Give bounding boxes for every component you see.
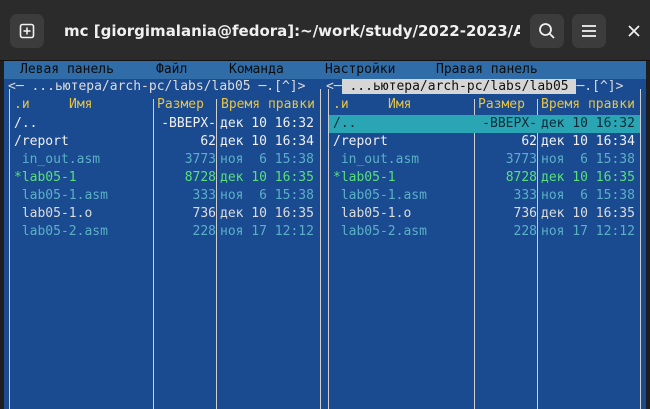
file-mtime: дек 10 16:35 (220, 206, 314, 221)
file-size: 3773 (505, 152, 537, 167)
file-size: 8728 (505, 170, 537, 185)
panel-path[interactable]: ...ьютера/arch-pc/labs/lab05 (24, 79, 259, 94)
menu-settings[interactable]: Настройки (325, 62, 395, 77)
search-icon (539, 23, 555, 39)
window-title: mc [giorgimalania@fedora]:~/work/study/2… (64, 22, 520, 40)
file-name: lab05-1.asm (333, 188, 427, 203)
file-row[interactable]: lab05-2.asm 228 ноя 17 12:12 (329, 223, 640, 241)
file-mtime: дек 10 16:32 (541, 116, 635, 131)
file-row[interactable]: lab05-1.o 736 дек 10 16:35 (10, 205, 320, 223)
file-size: 736 (513, 206, 537, 221)
close-button[interactable] (622, 14, 646, 48)
file-row[interactable]: in_out.asm 3773 ноя 6 15:38 (10, 151, 320, 169)
file-size: 62 (200, 134, 216, 149)
file-mtime: дек 10 16:35 (541, 206, 635, 221)
file-mtime: ноя 6 15:38 (541, 152, 635, 167)
column-name[interactable]: Имя (388, 97, 411, 115)
column-name[interactable]: Имя (69, 97, 92, 115)
column-mtime[interactable]: Время правки (541, 97, 635, 115)
panel-header: <─ ...ьютера/arch-pc/labs/lab05 ─.[^]> (326, 79, 624, 94)
plus-square-icon (19, 23, 35, 39)
file-size: -ВВЕРХ- (161, 116, 216, 131)
file-mtime: дек 10 16:35 (541, 170, 635, 185)
column-mtime[interactable]: Время правки (221, 97, 315, 115)
file-row[interactable]: /report 62 дек 10 16:34 (329, 133, 640, 151)
column-size[interactable]: Размер (478, 97, 525, 115)
close-icon (628, 25, 640, 37)
right-panel[interactable]: <─ ...ьютера/arch-pc/labs/lab05 ─.[^]> .… (326, 79, 646, 409)
file-mtime: дек 10 16:35 (220, 170, 314, 185)
file-size: 228 (513, 224, 537, 239)
file-name: lab05-2.asm (333, 224, 427, 239)
column-sort[interactable]: .и (14, 97, 30, 115)
file-name: /.. (333, 116, 357, 131)
column-sort[interactable]: .и (333, 97, 349, 115)
left-panel[interactable]: <─ ...ьютера/arch-pc/labs/lab05 ─.[^]> .… (4, 79, 326, 409)
file-row[interactable]: *lab05-1 8728 дек 10 16:35 (329, 169, 640, 187)
file-name: *lab05-1 (14, 170, 77, 185)
menu-left-panel[interactable]: Левая панель (20, 62, 114, 77)
file-mtime: ноя 17 12:12 (220, 224, 314, 239)
file-row[interactable]: *lab05-1 8728 дек 10 16:35 (10, 169, 320, 187)
file-mtime: ноя 6 15:38 (220, 188, 314, 203)
file-name: lab05-1.o (333, 206, 412, 221)
file-size: 333 (513, 188, 537, 203)
file-name: lab05-1.asm (14, 188, 108, 203)
window-titlebar: mc [giorgimalania@fedora]:~/work/study/2… (0, 0, 650, 61)
file-row[interactable]: /.. -ВВЕРХ-дек 10 16:32 (10, 115, 320, 133)
file-mtime: дек 10 16:34 (220, 134, 314, 149)
file-name: /report (333, 134, 388, 149)
file-row[interactable]: in_out.asm 3773 ноя 6 15:38 (329, 151, 640, 169)
panel-path[interactable]: ...ьютера/arch-pc/labs/lab05 (341, 79, 577, 94)
terminal[interactable]: Левая панель Файл Команда Настройки Прав… (4, 61, 646, 409)
file-size: 62 (521, 134, 537, 149)
column-size[interactable]: Размер (157, 97, 204, 115)
search-button[interactable] (530, 14, 564, 48)
file-row[interactable]: lab05-2.asm 228 ноя 17 12:12 (10, 223, 320, 241)
file-row[interactable]: lab05-1.asm 333 ноя 6 15:38 (329, 187, 640, 205)
file-size: -ВВЕРХ- (482, 116, 537, 131)
file-mtime: дек 10 16:34 (541, 134, 635, 149)
file-size: 8728 (184, 170, 216, 185)
file-name: in_out.asm (14, 152, 101, 167)
menu-right-panel[interactable]: Правая панель (436, 62, 538, 77)
file-row[interactable]: lab05-1.asm 333 ноя 6 15:38 (10, 187, 320, 205)
panel-header: <─ ...ьютера/arch-pc/labs/lab05 ─.[^]> (8, 79, 306, 94)
new-tab-button[interactable] (10, 14, 44, 48)
file-name: /.. (14, 116, 38, 131)
hamburger-icon (582, 25, 596, 37)
file-size: 228 (192, 224, 216, 239)
file-name: /report (14, 134, 69, 149)
panel-border (640, 89, 641, 409)
menu-button[interactable] (572, 14, 606, 48)
file-size: 333 (192, 188, 216, 203)
file-mtime: ноя 6 15:38 (541, 188, 635, 203)
file-row[interactable]: /report 62 дек 10 16:34 (10, 133, 320, 151)
file-name: lab05-2.asm (14, 224, 108, 239)
menu-file[interactable]: Файл (156, 62, 187, 77)
mc-menubar: Левая панель Файл Команда Настройки Прав… (4, 61, 646, 79)
file-name: *lab05-1 (333, 170, 396, 185)
file-name: lab05-1.o (14, 206, 93, 221)
file-row[interactable]: lab05-1.o 736 дек 10 16:35 (329, 205, 640, 223)
file-size: 736 (192, 206, 216, 221)
file-name: in_out.asm (333, 152, 420, 167)
file-mtime: ноя 6 15:38 (220, 152, 314, 167)
panel-border (320, 89, 321, 409)
file-mtime: дек 10 16:32 (220, 116, 314, 131)
file-size: 3773 (184, 152, 216, 167)
file-row[interactable]: /.. -ВВЕРХ-дек 10 16:32 (329, 115, 640, 133)
menu-command[interactable]: Команда (229, 62, 284, 77)
file-mtime: ноя 17 12:12 (541, 224, 635, 239)
